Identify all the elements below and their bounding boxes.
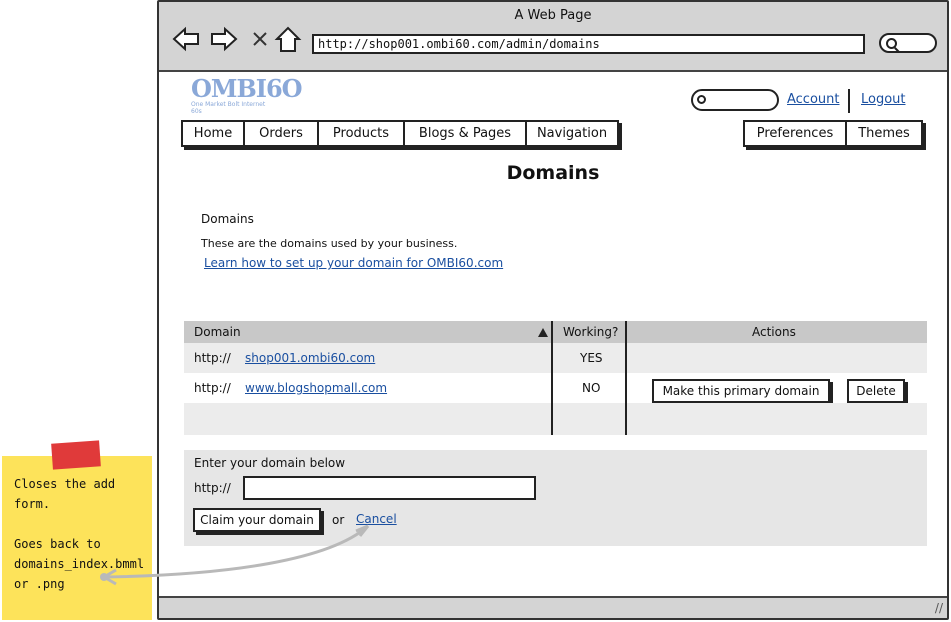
browser-titlebar: A Web Page http://shop001.ombi60.com/adm… bbox=[159, 2, 947, 72]
column-header-actions: Actions bbox=[752, 325, 796, 339]
table-row bbox=[184, 403, 927, 435]
section-description: These are the domains used by your busin… bbox=[201, 237, 458, 250]
nav-tab-preferences[interactable]: Preferences bbox=[743, 120, 847, 147]
claim-domain-button[interactable]: Claim your domain bbox=[193, 508, 321, 532]
add-domain-form: Enter your domain below http:// Claim yo… bbox=[184, 450, 927, 546]
working-status: NO bbox=[582, 381, 601, 395]
url-bar[interactable]: http://shop001.ombi60.com/admin/domains bbox=[312, 34, 865, 54]
domain-input[interactable] bbox=[243, 476, 536, 500]
column-divider bbox=[551, 321, 553, 435]
table-header: Domain Working? Actions bbox=[184, 321, 927, 343]
resize-grip-icon[interactable]: // bbox=[935, 601, 943, 615]
note-text-1: Closes the add form. bbox=[14, 477, 116, 511]
learn-domain-setup-link[interactable]: Learn how to set up your domain for OMBI… bbox=[204, 256, 503, 270]
section-title: Domains bbox=[201, 212, 254, 226]
column-header-working[interactable]: Working? bbox=[563, 325, 618, 339]
nav-tab-themes[interactable]: Themes bbox=[847, 120, 923, 147]
forward-arrow-icon[interactable] bbox=[209, 24, 239, 54]
domain-link[interactable]: www.blogshopmall.com bbox=[245, 381, 387, 395]
search-icon bbox=[886, 38, 897, 49]
window-title: A Web Page bbox=[514, 8, 592, 23]
delete-domain-button[interactable]: Delete bbox=[847, 379, 905, 403]
cancel-link[interactable]: Cancel bbox=[356, 512, 397, 526]
browser-statusbar: // bbox=[159, 596, 947, 618]
table-row: http:// www.blogshopmall.com NO Make thi… bbox=[184, 373, 927, 403]
search-icon bbox=[697, 95, 706, 104]
browser-window: A Web Page http://shop001.ombi60.com/adm… bbox=[157, 0, 949, 620]
note-tape bbox=[51, 440, 101, 470]
domain-prefix: http:// bbox=[194, 351, 231, 365]
settings-nav: Preferences Themes bbox=[743, 120, 923, 147]
nav-tab-blogs-pages[interactable]: Blogs & Pages bbox=[405, 120, 527, 147]
page-title: Domains bbox=[506, 162, 600, 184]
logo-wordmark: OMBI6O bbox=[191, 74, 303, 103]
nav-tab-home[interactable]: Home bbox=[181, 120, 245, 147]
sticky-note: Closes the add form. Goes back to domain… bbox=[2, 456, 152, 620]
add-domain-prefix: http:// bbox=[194, 481, 231, 495]
logo-tagline: One Market Bolt Internet 60s bbox=[191, 101, 266, 115]
domain-link[interactable]: shop001.ombi60.com bbox=[245, 351, 375, 365]
column-header-domain[interactable]: Domain bbox=[194, 325, 241, 339]
site-search-input[interactable] bbox=[691, 89, 779, 111]
note-text-2: Goes back to domains_index.bmml or .png bbox=[14, 537, 145, 591]
make-primary-domain-button[interactable]: Make this primary domain bbox=[652, 379, 830, 403]
domains-table: Domain Working? Actions http:// shop001.… bbox=[184, 321, 927, 435]
account-link[interactable]: Account bbox=[787, 92, 840, 107]
nav-tab-navigation[interactable]: Navigation bbox=[527, 120, 619, 147]
or-text: or bbox=[332, 513, 345, 527]
browser-search-field[interactable] bbox=[879, 33, 937, 53]
table-row: http:// shop001.ombi60.com YES bbox=[184, 343, 927, 373]
site-logo[interactable]: OMBI6O One Market Bolt Internet 60s bbox=[191, 74, 303, 120]
sort-ascending-icon[interactable] bbox=[538, 328, 548, 337]
working-status: YES bbox=[580, 351, 603, 365]
main-nav: Home Orders Products Blogs & Pages Navig… bbox=[181, 120, 619, 147]
close-x-icon[interactable] bbox=[245, 24, 275, 54]
back-arrow-icon[interactable] bbox=[171, 24, 201, 54]
home-icon[interactable] bbox=[273, 24, 303, 54]
logout-link[interactable]: Logout bbox=[861, 92, 906, 107]
top-link-divider bbox=[848, 89, 850, 113]
nav-tab-products[interactable]: Products bbox=[319, 120, 405, 147]
nav-tab-orders[interactable]: Orders bbox=[245, 120, 319, 147]
column-divider bbox=[625, 321, 627, 435]
add-domain-label: Enter your domain below bbox=[194, 456, 346, 470]
domain-prefix: http:// bbox=[194, 381, 231, 395]
